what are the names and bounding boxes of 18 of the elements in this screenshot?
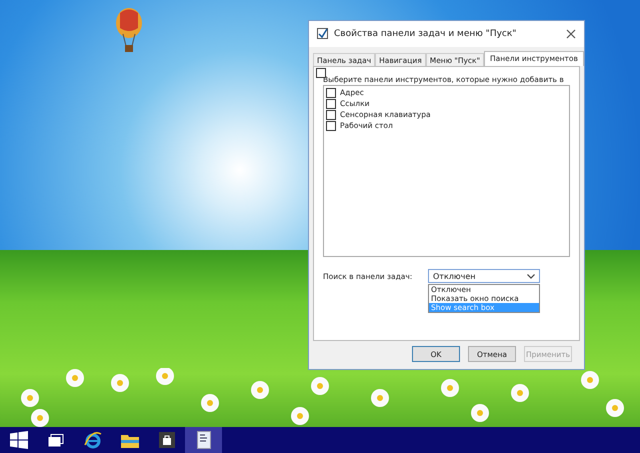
- browser-e-icon: [84, 431, 102, 449]
- windows-logo-icon: [10, 431, 28, 449]
- taskbar-button[interactable]: [185, 427, 222, 453]
- checkbox[interactable]: [316, 68, 326, 78]
- document-window-icon: [196, 431, 210, 449]
- task-view-icon: [48, 434, 64, 446]
- checkbox-window-icon: [317, 28, 329, 40]
- balloon-drawing: [114, 8, 144, 54]
- checkbox[interactable]: [326, 88, 336, 98]
- close-icon[interactable]: [566, 29, 576, 39]
- window-title: Свойства панели задач и меню "Пуск": [334, 29, 518, 39]
- chevron-down-icon: [527, 274, 535, 278]
- checkbox[interactable]: [326, 120, 336, 130]
- folder-icon: [120, 432, 138, 448]
- checkbox[interactable]: [326, 110, 336, 120]
- store-bag-icon: [158, 432, 174, 448]
- search-dropdown[interactable]: Отключен: [428, 269, 540, 283]
- checkbox[interactable]: [326, 98, 336, 108]
